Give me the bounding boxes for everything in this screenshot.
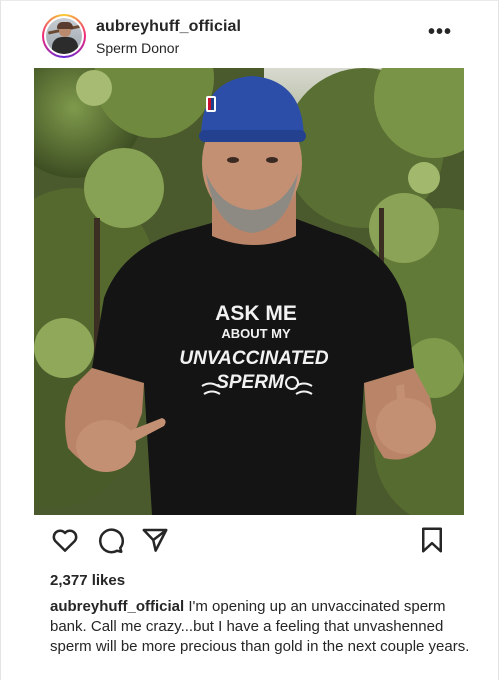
bookmark-icon[interactable] (417, 525, 447, 555)
post-subtitle: Sperm Donor (96, 40, 180, 56)
shirt-text-line-3: UNVACCINATED (179, 348, 328, 369)
post-caption: aubreyhuff_official I'm opening up an un… (50, 597, 470, 657)
heart-icon[interactable] (50, 525, 80, 555)
shirt-text-line-2: ABOUT MY (221, 326, 291, 341)
avatar-photo (46, 18, 82, 54)
action-bar (0, 525, 499, 561)
comment-icon[interactable] (95, 525, 125, 555)
shirt-text-line-4: SPERM (216, 372, 285, 393)
username-link[interactable]: aubreyhuff_official (96, 18, 241, 36)
post-header: aubreyhuff_official Sperm Donor ••• (0, 0, 499, 68)
more-options-icon[interactable]: ••• (428, 22, 452, 42)
post-photo[interactable]: ASK ME ABOUT MY UNVACCINATED SPERM (34, 68, 464, 515)
share-icon[interactable] (140, 525, 170, 555)
caption-username[interactable]: aubreyhuff_official (50, 598, 184, 615)
avatar[interactable] (42, 14, 86, 58)
post-photo-illustration: ASK ME ABOUT MY UNVACCINATED SPERM (34, 68, 464, 515)
like-count[interactable]: 2,377 likes (50, 572, 125, 589)
shirt-text-line-1: ASK ME (215, 302, 297, 325)
